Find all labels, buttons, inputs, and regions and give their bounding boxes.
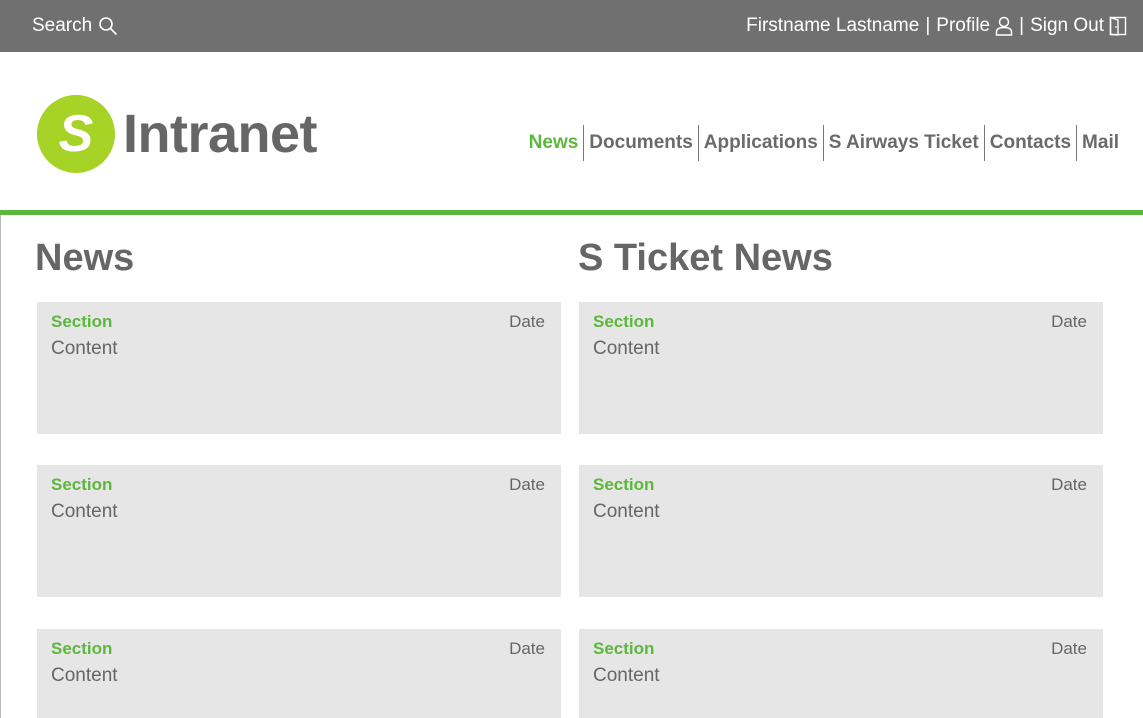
card-date: Date [1051, 312, 1087, 331]
card-content: Content [51, 501, 118, 522]
search-icon [98, 16, 118, 36]
door-icon [1109, 16, 1127, 36]
card-content: Content [593, 501, 660, 522]
nav-divider [583, 125, 585, 161]
nav-divider [983, 125, 985, 161]
logo[interactable]: S Intranet [37, 95, 318, 173]
nav-divider [697, 125, 699, 161]
nav-divider [822, 125, 824, 161]
nav-divider [1076, 125, 1078, 161]
news-column-title: News [35, 237, 135, 279]
news-card[interactable]: Section Date Content [37, 465, 561, 597]
nav-item-contacts[interactable]: Contacts [986, 124, 1075, 162]
profile-label: Profile [936, 15, 991, 36]
header-divider [0, 210, 1143, 215]
card-section[interactable]: Section [51, 312, 112, 332]
search-link[interactable]: Search [32, 0, 118, 52]
card-content: Content [593, 665, 660, 686]
logo-mark: S [37, 95, 115, 173]
card-content: Content [51, 665, 118, 686]
profile-link[interactable]: Profile [936, 15, 1013, 37]
sign-out-link[interactable]: Sign Out [1030, 15, 1127, 37]
news-card[interactable]: Section Date Content [37, 302, 561, 434]
ticket-news-card[interactable]: Section Date Content [579, 302, 1103, 434]
card-date: Date [509, 312, 545, 331]
card-date: Date [1051, 475, 1087, 494]
nav-item-s-airways-ticket[interactable]: S Airways Ticket [825, 124, 983, 162]
card-date: Date [509, 639, 545, 658]
card-section[interactable]: Section [51, 475, 112, 495]
card-section[interactable]: Section [51, 639, 112, 659]
nav-item-mail[interactable]: Mail [1078, 124, 1123, 162]
nav-item-applications[interactable]: Applications [700, 124, 822, 162]
search-label: Search [32, 15, 93, 36]
card-date: Date [509, 475, 545, 494]
card-content: Content [51, 338, 118, 359]
card-content: Content [593, 338, 660, 359]
card-section[interactable]: Section [593, 312, 654, 332]
nav-item-documents[interactable]: Documents [585, 124, 696, 162]
page-edge [0, 215, 1, 718]
user-menu: Firstname Lastname | Profile | Sign Out [746, 0, 1127, 52]
card-date: Date [1051, 639, 1087, 658]
main-nav: News Documents Applications S Airways Ti… [525, 124, 1123, 162]
separator: | [1019, 15, 1025, 36]
separator: | [925, 15, 931, 36]
top-utility-bar: Search Firstname Lastname | Profile | Si… [0, 0, 1143, 52]
user-name-link[interactable]: Firstname Lastname [746, 15, 919, 37]
sign-out-label: Sign Out [1030, 15, 1104, 36]
ticket-news-card[interactable]: Section Date Content [579, 465, 1103, 597]
ticket-news-column-title: S Ticket News [578, 237, 833, 279]
card-section[interactable]: Section [593, 639, 654, 659]
logo-letter: S [58, 105, 94, 163]
news-card[interactable]: Section Date Content [37, 629, 561, 718]
card-section[interactable]: Section [593, 475, 654, 495]
user-icon [995, 16, 1013, 36]
site-header: S Intranet News Documents Applications S… [0, 52, 1143, 212]
logo-text: Intranet [123, 104, 318, 164]
ticket-news-card[interactable]: Section Date Content [579, 629, 1103, 718]
nav-item-news[interactable]: News [525, 124, 583, 162]
